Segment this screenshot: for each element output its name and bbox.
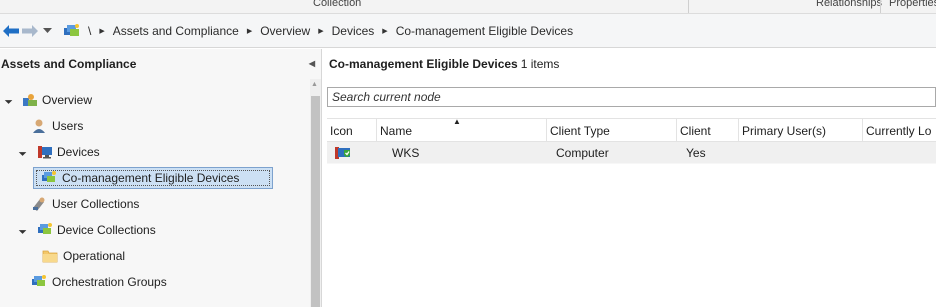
ribbon-strip: Collection Relationships Properties (0, 0, 936, 14)
column-header-currently-logged-on[interactable]: Currently Lo (863, 119, 936, 143)
tree-item-label: Overview (42, 93, 93, 107)
column-header-client[interactable]: Client (677, 119, 739, 143)
scroll-up-icon[interactable]: ▲ (311, 81, 318, 88)
content-pane-header: Co-management Eligible Devices 1 items (323, 49, 936, 79)
ribbon-collection-label[interactable]: Collection (313, 0, 361, 9)
breadcrumb-separator-icon[interactable]: ▶ (95, 27, 108, 35)
breadcrumb-separator-icon[interactable]: ▶ (314, 27, 327, 35)
cell-client: Yes (686, 146, 706, 160)
chevron-down-icon (42, 28, 52, 33)
ribbon-divider-2 (880, 0, 881, 13)
collection-icon (64, 24, 79, 36)
tree-item-co-management-eligible-devices[interactable]: Co-management Eligible Devices (0, 165, 310, 191)
tree-item-orchestration-groups[interactable]: Orchestration Groups (0, 269, 310, 295)
column-header-primary-users[interactable]: Primary User(s) (739, 119, 863, 143)
back-arrow-icon (3, 25, 19, 37)
collapse-pane-icon[interactable]: ◀ (309, 59, 315, 68)
devices-grid: ▲ Icon Name Client Type Client Primary U… (327, 117, 936, 164)
search-box[interactable] (327, 87, 936, 107)
tree-item-device-collections[interactable]: ◢ Device Collections (0, 217, 310, 243)
tree-item-label: Users (52, 119, 84, 133)
tree-item-label: User Collections (52, 197, 140, 211)
column-header-icon[interactable]: Icon (327, 119, 377, 143)
back-button[interactable] (2, 22, 20, 40)
tree-item-operational[interactable]: Operational (0, 243, 310, 269)
tree-item-label: Orchestration Groups (52, 275, 167, 289)
breadcrumb: \ ▶ Assets and Compliance ▶ Overview ▶ D… (84, 23, 577, 39)
ribbon-divider (688, 0, 689, 13)
expanded-triangle-icon[interactable]: ◢ (4, 95, 13, 105)
address-bar: \ ▶ Assets and Compliance ▶ Overview ▶ D… (0, 14, 936, 48)
user-icon (33, 119, 45, 133)
breadcrumb-assets-and-compliance[interactable]: Assets and Compliance (109, 24, 243, 38)
history-dropdown-button[interactable] (41, 22, 53, 40)
tree-item-label: Devices (57, 145, 100, 159)
navigation-pane: Assets and Compliance ◀ ◢ Overview Users… (0, 49, 322, 307)
breadcrumb-overview[interactable]: Overview (256, 24, 314, 38)
tree-item-label: Co-management Eligible Devices (62, 171, 240, 185)
navigation-pane-header: Assets and Compliance ◀ (0, 49, 321, 79)
tree-item-devices[interactable]: ◢ Devices (0, 139, 310, 165)
collection-icon (42, 171, 56, 182)
user-collections-icon (33, 197, 45, 211)
forward-arrow-icon (22, 25, 38, 37)
table-row[interactable]: WKS Computer Yes (327, 142, 936, 164)
expanded-triangle-icon[interactable]: ◢ (18, 147, 27, 157)
scrollbar-thumb[interactable] (311, 96, 320, 307)
breadcrumb-co-management[interactable]: Co-management Eligible Devices (392, 24, 577, 38)
devices-icon (38, 146, 52, 159)
device-collections-icon (38, 223, 52, 234)
overview-icon (23, 94, 37, 106)
grid-header: ▲ Icon Name Client Type Client Primary U… (327, 117, 936, 143)
tree-item-users[interactable]: Users (0, 113, 310, 139)
tree-item-label: Operational (63, 249, 126, 263)
computer-client-icon (335, 147, 350, 159)
cell-name: WKS (392, 146, 420, 160)
breadcrumb-separator-icon[interactable]: ▶ (378, 27, 391, 35)
cell-client-type: Computer (556, 146, 609, 160)
tree-item-overview[interactable]: ◢ Overview (0, 87, 310, 113)
orchestration-icon (32, 275, 46, 286)
tree-item-label: Device Collections (57, 223, 156, 237)
column-header-name[interactable]: Name (377, 119, 547, 143)
breadcrumb-root[interactable]: \ (84, 24, 95, 38)
folder-icon (42, 250, 58, 263)
navigation-pane-title: Assets and Compliance (1, 57, 137, 71)
tree-item-user-collections[interactable]: User Collections (0, 191, 310, 217)
search-input[interactable] (328, 88, 935, 106)
column-header-client-type[interactable]: Client Type (547, 119, 677, 143)
ribbon-properties-label[interactable]: Properties (889, 0, 936, 9)
breadcrumb-separator-icon[interactable]: ▶ (243, 27, 256, 35)
breadcrumb-devices[interactable]: Devices (328, 24, 379, 38)
forward-button[interactable] (21, 22, 39, 40)
navigation-scrollbar[interactable]: ▲ (310, 79, 321, 307)
navigation-tree: ◢ Overview Users ◢ Devices Co-management… (0, 87, 310, 295)
ribbon-relationships-label[interactable]: Relationships (816, 0, 882, 9)
expanded-triangle-icon[interactable]: ◢ (18, 225, 27, 235)
item-count: 1 items (520, 57, 560, 71)
content-pane-title: Co-management Eligible Devices (329, 57, 518, 71)
content-pane: Co-management Eligible Devices 1 items ▲… (323, 49, 936, 307)
